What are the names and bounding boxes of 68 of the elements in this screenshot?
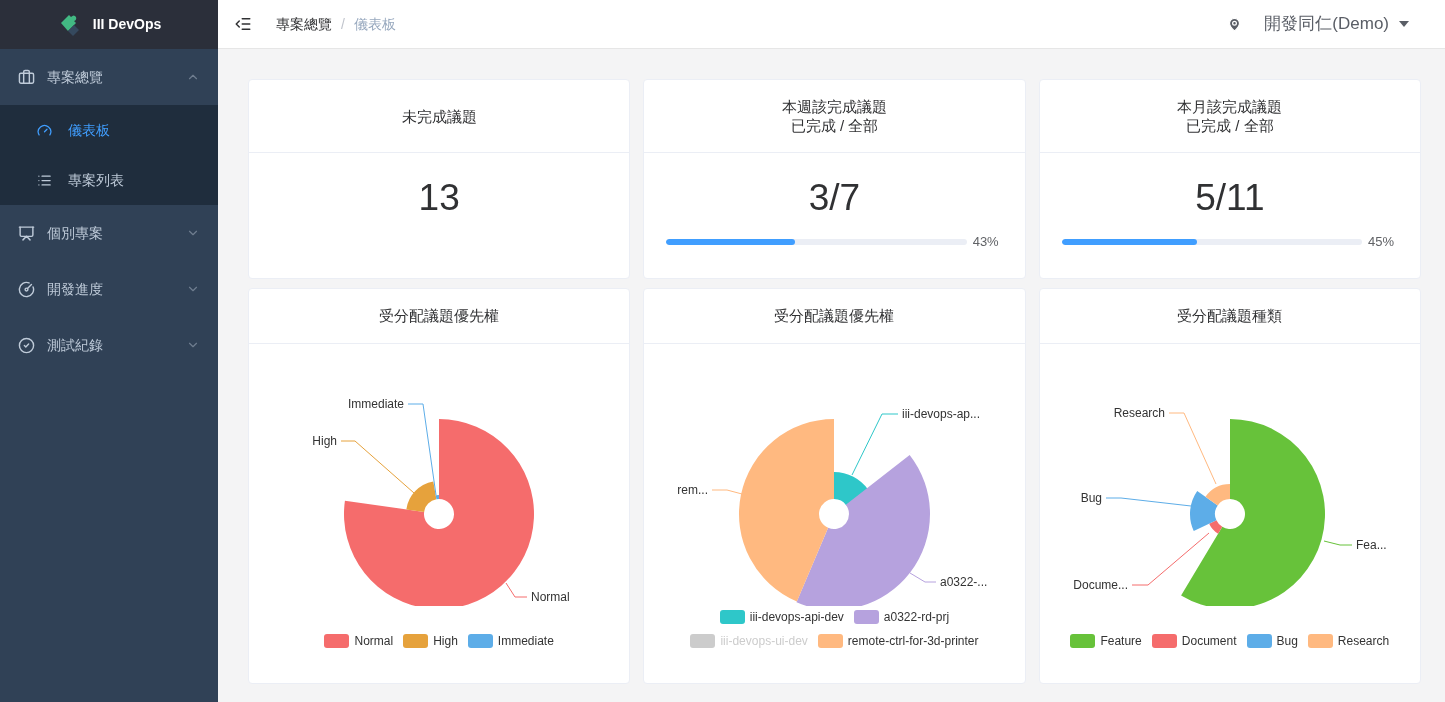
legend-label: Feature [1100,633,1142,650]
sidebar-item[interactable]: 專案總覽 [0,49,218,105]
progress-percent: 45% [1368,233,1396,251]
card-title: 本月該完成議題 [1177,97,1283,116]
breadcrumb-separator: / [341,14,345,34]
sidebar-item[interactable]: 測試紀錄 [0,317,218,373]
legend-item[interactable]: remote-ctrl-for-3d-printer [817,633,979,649]
sidebar-subitem[interactable]: 專案列表 [0,155,218,205]
sidebar-subitem[interactable]: 儀表板 [0,105,218,155]
legend-item[interactable]: iii-devops-api-dev [719,609,844,625]
slice-label: iii-devops-ap... [902,407,981,421]
legend-item[interactable]: Bug [1246,633,1298,649]
presentation-board-icon [18,224,35,242]
legend-label: Normal [354,633,394,650]
legend-item[interactable]: Feature [1070,633,1142,649]
card-title: 受分配議題種類 [1177,305,1283,326]
slice-label: Normal [531,590,570,604]
sidebar-item[interactable]: 開發進度 [0,261,218,317]
progress-percent: 43% [972,233,1000,251]
legend-label: a0322-rd-prj [883,609,950,626]
stat-value: 13 [418,176,460,220]
gauge-icon [37,122,52,138]
card-title: 受分配議題優先權 [774,305,895,326]
slice-label: Docume... [1072,578,1128,592]
breadcrumb-item[interactable]: 專案總覽 [276,13,332,35]
card-title: 已完成 / 全部 [1186,116,1274,135]
map-pin-icon [1227,16,1243,32]
legend-swatch [690,634,716,648]
stat-value: 3/7 [808,176,861,220]
legend-item[interactable]: Document [1151,633,1237,649]
legend-item[interactable]: High [403,633,458,649]
legend-item[interactable]: a0322-rd-prj [853,609,950,625]
slice-label: Research [1113,406,1165,420]
legend-label: Research [1337,633,1390,650]
legend-label: Bug [1276,633,1298,650]
card-title: 受分配議題優先權 [379,305,500,326]
sidebar-item[interactable]: 個別專案 [0,205,218,261]
list-icon [37,172,52,188]
logo-text: III DevOps [92,15,162,34]
slice-label: High [312,434,337,448]
leader-line [851,413,899,476]
slice-label: Immediate [347,397,404,411]
menu-icon[interactable] [234,15,252,33]
legend-item[interactable]: Immediate [467,633,554,649]
leader-line [1323,540,1353,546]
leader-line [505,582,528,598]
legend-item[interactable]: Normal [324,633,394,649]
gauge-icon [18,280,35,298]
legend-label: remote-ctrl-for-3d-printer [847,633,979,650]
legend-label: iii-devops-api-dev [749,609,844,626]
slice-label: Fea... [1355,538,1387,552]
slice-label: a0322-... [940,575,988,589]
leader-line [909,572,937,583]
check-circle-icon [18,336,35,354]
legend-label: Immediate [497,633,554,650]
legend-label: High [433,633,458,650]
briefcase-icon [18,68,35,86]
legend-label: Document [1181,633,1237,650]
user-menu-button[interactable]: 開發同仁(Demo) [1264,11,1409,37]
slice-label: rem... [677,483,709,497]
card-title: 本週該完成議題 [782,97,887,116]
card-title: 未完成議題 [401,106,477,126]
stat-value: 5/11 [1195,176,1265,220]
slice-label: Bug [1080,491,1102,505]
caret-icon [1399,21,1409,27]
card-title: 已完成 / 全部 [790,116,879,135]
leader-line [711,489,743,495]
legend-item[interactable]: Research [1307,633,1390,649]
